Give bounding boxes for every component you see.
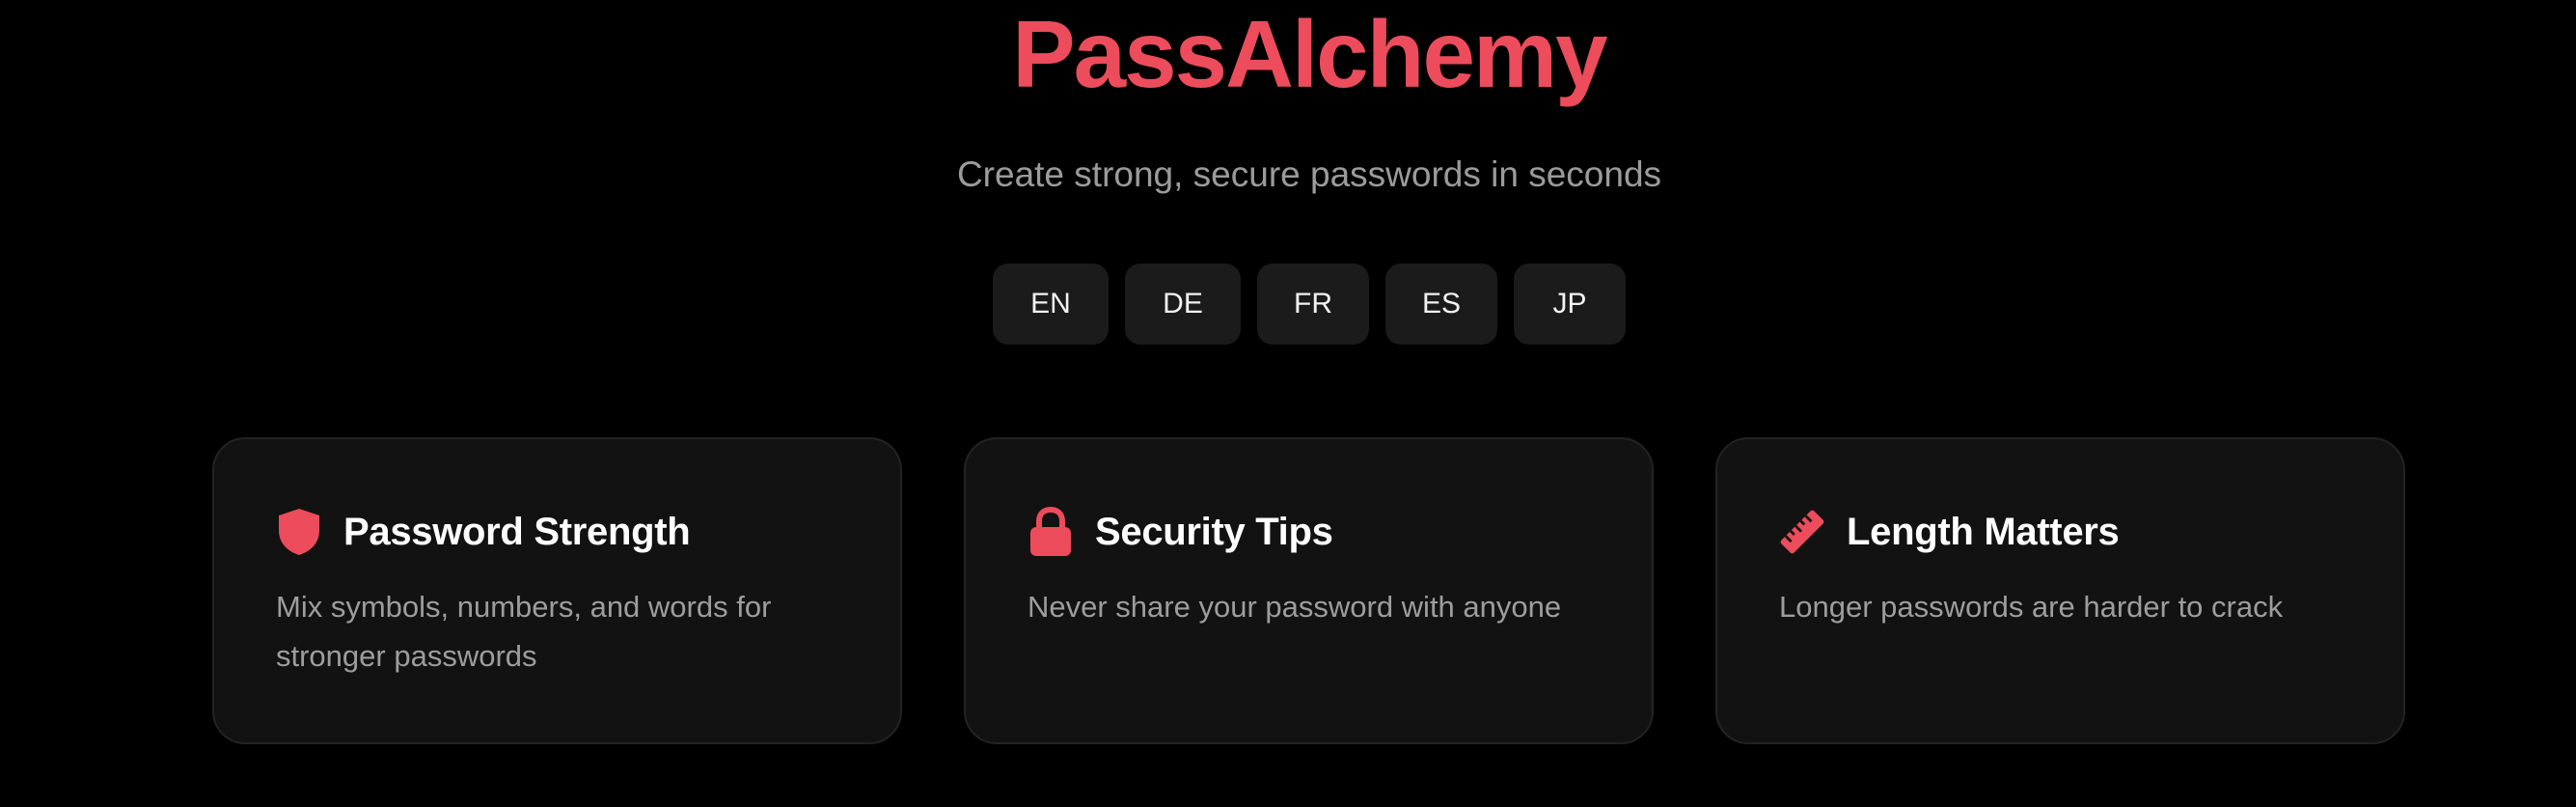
card-header: Security Tips	[1028, 507, 1333, 557]
card-security-tips: Security Tips Never share your password …	[964, 437, 1654, 744]
language-button-jp[interactable]: JP	[1514, 264, 1626, 345]
app-title: PassAlchemy	[1012, 1, 1607, 107]
card-description: Never share your password with anyone	[1028, 590, 1562, 624]
app-subtitle: Create strong, secure passwords in secon…	[956, 154, 1662, 194]
card-description: Longer passwords are harder to crack	[1779, 590, 2284, 624]
language-button-es[interactable]: ES	[1385, 264, 1497, 345]
ruler-icon	[1779, 507, 1825, 557]
card-password-strength: Password Strength Mix symbols, numbers, …	[212, 437, 902, 744]
language-button-fr[interactable]: FR	[1257, 264, 1369, 345]
lock-icon	[1028, 507, 1074, 557]
card-length-matters: Length Matters Longer passwords are hard…	[1715, 437, 2405, 744]
card-title: Length Matters	[1847, 511, 2120, 553]
card-description: Mix symbols, numbers, and words for stro…	[276, 590, 772, 673]
card-header: Length Matters	[1779, 507, 2120, 557]
card-title: Security Tips	[1095, 511, 1333, 553]
language-selector: EN DE FR ES JP	[993, 264, 1626, 345]
card-title: Password Strength	[343, 511, 691, 553]
page: PassAlchemy Create strong, secure passwo…	[0, 0, 2576, 807]
language-button-en[interactable]: EN	[993, 264, 1109, 345]
card-header: Password Strength	[276, 507, 691, 557]
language-button-de[interactable]: DE	[1125, 264, 1241, 345]
shield-icon	[276, 507, 322, 557]
